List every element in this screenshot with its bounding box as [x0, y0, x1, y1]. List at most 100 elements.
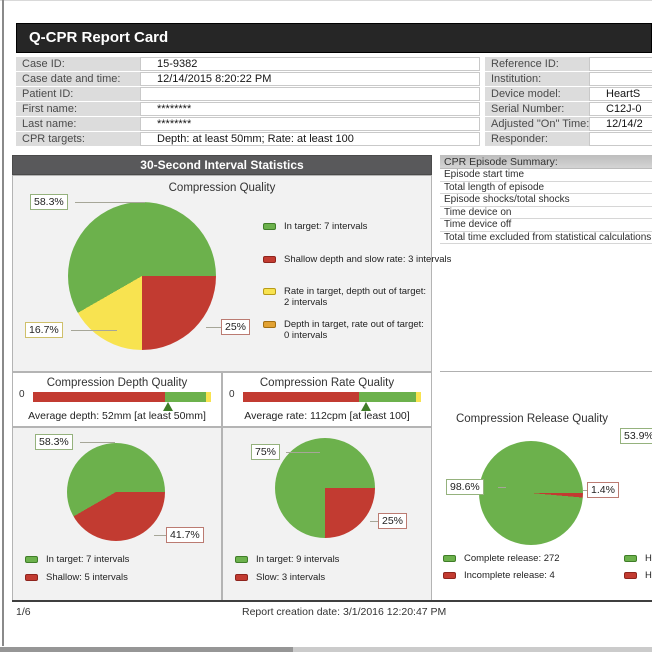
pie-callout: 41.7% [166, 527, 204, 543]
case-info-table: Case ID: 15-9382 Case date and time: 12/… [16, 57, 480, 146]
legend-item: In target: 9 intervals [235, 554, 340, 566]
case-info-value: Depth: at least 50mm; Rate: at least 100 [140, 132, 480, 146]
device-info-value: C12J-0 [589, 102, 652, 116]
case-info-label: CPR targets: [16, 132, 140, 146]
episode-summary-table: CPR Episode Summary: Episode start time … [440, 155, 652, 244]
case-info-value: 15-9382 [140, 57, 480, 71]
callout-leader-line [80, 442, 115, 443]
pie-callout-clipped: 53.9% [620, 428, 652, 444]
device-info-label: Reference ID: [485, 57, 589, 71]
gauge-bar-segments [33, 392, 211, 402]
gauge-bar-segments [243, 392, 421, 402]
pie-callout: 25% [378, 513, 408, 529]
footer-divider [12, 600, 652, 602]
legend-label: In target: 9 intervals [256, 554, 340, 565]
legend-item: In target: 7 intervals [263, 221, 431, 233]
callout-leader-line [498, 487, 506, 488]
legend-swatch-red-icon [25, 573, 38, 581]
compression-rate-pie [275, 438, 375, 538]
compression-release-title: Compression Release Quality [455, 413, 609, 425]
legend-swatch-green-icon [443, 555, 456, 562]
callout-leader-line [370, 521, 378, 522]
device-info-table: Reference ID: Institution: Device model:… [485, 57, 652, 146]
legend-label: Shallow: 5 intervals [46, 571, 128, 583]
legend-label: In target: 7 intervals [46, 554, 130, 565]
compression-depth-pie-chart: 58.3% 41.7% In target: 7 intervals Shall… [12, 427, 222, 602]
case-info-label: Patient ID: [16, 87, 140, 101]
legend-swatch-green-icon [25, 556, 38, 563]
device-info-value: 12/14/2 [589, 117, 652, 131]
legend-item: Incomplete release: 4 [443, 569, 560, 582]
compression-quality-legend: In target: 7 intervals Shallow depth and… [263, 221, 451, 341]
device-info-value: HeartS [589, 87, 652, 101]
legend-item: Shallow depth and slow rate: 3 intervals [263, 254, 451, 266]
legend-swatch-red-icon [624, 571, 637, 579]
legend-item: Depth in target, rate out of target: 0 i… [263, 319, 431, 341]
hands-off-legend-clipped: Hand Hand [624, 553, 652, 582]
callout-leader-line [71, 330, 117, 331]
compression-quality-title: Compression Quality [168, 182, 276, 194]
episode-summary-header: CPR Episode Summary: [440, 155, 652, 169]
device-info-label: Device model: [485, 87, 589, 101]
report-page: Q-CPR Report Card Case ID: 15-9382 Case … [0, 0, 652, 652]
episode-summary-row: Total length of episode [440, 181, 652, 194]
case-info-label: Case ID: [16, 57, 140, 71]
pie-callout: 75% [251, 444, 281, 460]
legend-label: Hand [645, 553, 652, 564]
section-divider [440, 371, 652, 372]
interval-statistics-panel: 30-Second Interval Statistics Compressio… [12, 155, 451, 602]
callout-leader-line [154, 535, 166, 536]
legend-label: Complete release: 272 [464, 553, 560, 564]
callout-leader-line [206, 327, 221, 328]
legend-item: Shallow: 5 intervals [25, 571, 129, 584]
legend-item: Complete release: 272 [443, 553, 560, 565]
pie-callout: 1.4% [587, 482, 619, 498]
legend-label: Hand [645, 569, 652, 581]
callout-leader-line [583, 490, 587, 491]
page-number: 1/6 [16, 606, 31, 618]
pie-callout: 98.6% [446, 479, 484, 495]
device-info-label: Institution: [485, 72, 589, 86]
compression-depth-gauge: Compression Depth Quality 0 Average dept… [12, 372, 222, 427]
gauge-zero-label: 0 [19, 389, 25, 400]
legend-label: Incomplete release: 4 [464, 569, 555, 581]
device-info-label: Serial Number: [485, 102, 589, 116]
case-info-value: ******** [140, 102, 480, 116]
compression-rate-pie-chart: 75% 25% In target: 9 intervals Slow: 3 i… [222, 427, 432, 602]
episode-summary-row: Episode start time [440, 169, 652, 182]
legend-swatch-green-icon [263, 223, 276, 230]
episode-summary-row: Time device on [440, 206, 652, 219]
interval-statistics-header: 30-Second Interval Statistics [12, 155, 432, 175]
legend-swatch-red-icon [235, 573, 248, 581]
legend-label: Rate in target, depth out of target: 2 i… [284, 286, 427, 308]
window-top-edge [0, 0, 652, 1]
legend-item: In target: 7 intervals [25, 554, 130, 566]
device-info-value [589, 57, 652, 71]
compression-release-pie [479, 441, 583, 545]
compression-depth-pie [67, 443, 165, 541]
device-info-label: Adjusted "On" Time: [485, 117, 589, 131]
compression-release-legend: Complete release: 272 Incomplete release… [443, 553, 560, 582]
episode-summary-row: Episode shocks/total shocks [440, 194, 652, 207]
pie-callout: 58.3% [35, 434, 73, 450]
case-info-label: Case date and time: [16, 72, 140, 86]
window-left-edge [2, 0, 4, 646]
device-info-label: Responder: [485, 132, 589, 146]
compression-quality-pie [68, 202, 216, 350]
pie-callout: 25% [221, 319, 251, 335]
gauge-zero-label: 0 [229, 389, 235, 400]
depth-caption: Average depth: 52mm [at least 50mm] [28, 410, 206, 422]
callout-leader-line [75, 202, 145, 203]
compression-depth-legend: In target: 7 intervals Shallow: 5 interv… [25, 554, 130, 584]
case-info-value: 12/14/2015 8:20:22 PM [140, 72, 480, 86]
compression-rate-title: Compression Rate Quality [259, 377, 395, 389]
window-bottom-edge [0, 647, 293, 652]
report-title: Q-CPR Report Card [29, 29, 169, 46]
rate-caption: Average rate: 112cpm [at least 100] [244, 410, 410, 422]
legend-item: Hand [624, 553, 652, 565]
case-info-label: Last name: [16, 117, 140, 131]
episode-summary-row: Time device off [440, 219, 652, 232]
legend-item: Hand [624, 569, 652, 582]
device-info-value [589, 132, 652, 146]
compression-rate-legend: In target: 9 intervals Slow: 3 intervals [235, 554, 340, 583]
